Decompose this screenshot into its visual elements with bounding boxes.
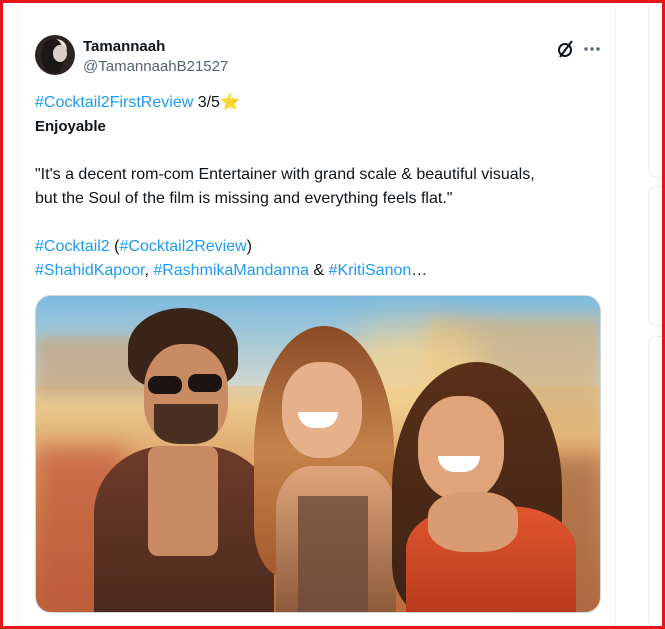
author-handle[interactable]: @TamannaahB21527 <box>83 58 228 75</box>
grok-icon[interactable] <box>556 39 576 59</box>
hashtag-link[interactable]: #ShahidKapoor <box>35 262 144 279</box>
rating-text: 3/5 <box>193 94 220 111</box>
punctuation: & <box>308 262 329 279</box>
sidebar-card <box>648 186 665 326</box>
hashtag-link[interactable]: #KritiSanon <box>329 262 412 279</box>
sidebar-card <box>648 0 665 178</box>
more-icon[interactable] <box>582 39 602 59</box>
hashtag-link[interactable]: #Cocktail2FirstReview <box>35 94 193 111</box>
author-name[interactable]: Tamannaah <box>83 38 165 55</box>
tweet-quote-line: but the Soul of the film is missing and … <box>35 190 453 207</box>
avatar[interactable] <box>35 35 75 75</box>
tweet-hashtags-line: #ShahidKapoor, #RashmikaMandanna & #Krit… <box>35 259 595 283</box>
star-emoji: ⭐ <box>219 94 240 111</box>
truncation-ellipsis: … <box>411 262 428 279</box>
tweet-quote-line: "It's a decent rom-com Entertainer with … <box>35 166 535 183</box>
right-sidebar <box>648 0 665 629</box>
tweet-line-rating: #Cocktail2FirstReview 3/5⭐ <box>35 91 595 115</box>
hashtag-link[interactable]: #RashmikaMandanna <box>153 262 309 279</box>
tweet-hashtags-line: #Cocktail2 (#Cocktail2Review) <box>35 235 595 259</box>
hashtag-link[interactable]: #Cocktail2Review <box>119 238 246 255</box>
tweet-media-image[interactable] <box>35 295 601 613</box>
punctuation: , <box>144 262 154 279</box>
sidebar-card <box>648 336 665 629</box>
hashtag-link[interactable]: #Cocktail2 <box>35 238 110 255</box>
punctuation: ) <box>246 238 252 255</box>
tweet-verdict: Enjoyable <box>35 118 106 135</box>
